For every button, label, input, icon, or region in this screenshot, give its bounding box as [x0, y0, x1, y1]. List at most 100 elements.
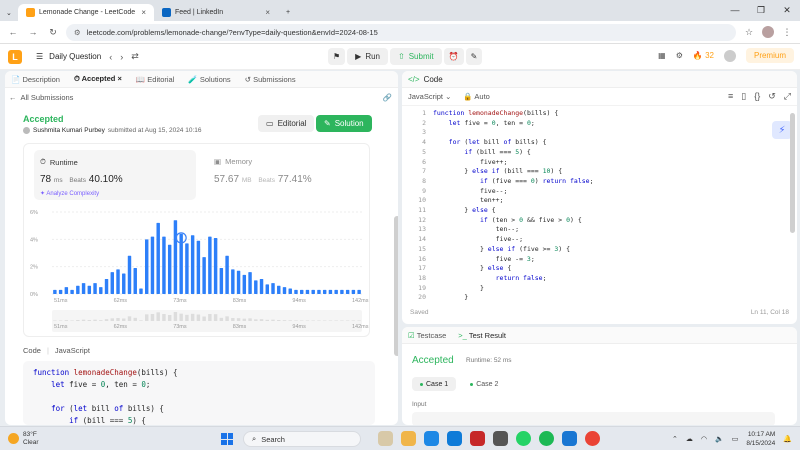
case-2-tab[interactable]: Case 2 — [462, 377, 506, 391]
bar[interactable] — [248, 272, 252, 294]
prev-problem-icon[interactable]: ‹ — [109, 52, 112, 62]
bar[interactable] — [127, 255, 132, 294]
bar[interactable] — [93, 283, 97, 294]
bar[interactable] — [104, 278, 109, 294]
bar[interactable] — [87, 285, 92, 294]
debug-button[interactable]: ⚑ — [328, 48, 346, 65]
bar[interactable] — [305, 289, 310, 294]
bar[interactable] — [81, 283, 86, 294]
submit-button[interactable]: ⇧ Submit — [390, 48, 442, 65]
whatsapp-icon[interactable] — [516, 431, 531, 446]
bar[interactable] — [185, 243, 189, 294]
editorial-button[interactable]: ▭ Editorial — [258, 115, 315, 132]
bar[interactable] — [236, 270, 241, 294]
bar[interactable] — [328, 289, 333, 294]
layout-icon[interactable]: ▦ — [658, 51, 666, 60]
bar[interactable] — [254, 280, 258, 294]
premium-button[interactable]: Premium — [745, 48, 794, 63]
file-explorer-icon[interactable] — [424, 431, 439, 446]
settings-icon[interactable]: ⚙ — [676, 51, 683, 60]
bar[interactable] — [202, 257, 206, 294]
bar[interactable] — [64, 287, 69, 294]
bar[interactable] — [294, 289, 298, 294]
bar[interactable] — [351, 289, 356, 294]
chrome-icon[interactable] — [585, 431, 600, 446]
windows-start-icon[interactable] — [221, 433, 233, 445]
runtime-distribution-chart[interactable]: 0% 2% 4% 6% 51ms 62ms 73ms 83ms 94ms 142ms 51ms 62m… — [24, 204, 369, 336]
minimize-icon[interactable]: — — [722, 0, 748, 21]
bar[interactable] — [322, 289, 327, 294]
streak[interactable]: 🔥 32 — [693, 51, 714, 60]
close-window-icon[interactable]: ✕ — [774, 0, 800, 21]
bar[interactable] — [271, 283, 275, 294]
fullscreen-icon[interactable]: ⤢ — [784, 91, 791, 102]
bar[interactable] — [282, 287, 287, 294]
braces-icon[interactable]: {} — [754, 91, 760, 102]
author-name[interactable]: Sushmita Kumari Purbey — [33, 127, 105, 134]
language-select[interactable]: JavaScript ⌄ — [408, 92, 451, 101]
leetcode-logo-icon[interactable]: L — [8, 49, 22, 64]
battery-icon[interactable]: ▭ — [732, 435, 739, 443]
tab-description[interactable]: 📄 Description — [11, 75, 60, 84]
auto-toggle[interactable]: 🔒 Auto — [463, 92, 489, 101]
widget-app-icon[interactable] — [378, 431, 393, 446]
edge-icon[interactable] — [447, 431, 462, 446]
bar[interactable] — [139, 288, 143, 294]
bar[interactable] — [340, 289, 344, 294]
cloud-icon[interactable]: ☁ — [686, 435, 693, 443]
bar[interactable] — [145, 239, 149, 294]
bar[interactable] — [167, 244, 172, 294]
link-icon[interactable]: 🔗 — [383, 93, 392, 102]
taskbar-search[interactable]: ⌕ Search — [243, 431, 361, 447]
bar[interactable] — [53, 289, 57, 294]
bar[interactable] — [242, 274, 247, 294]
bar[interactable] — [259, 278, 264, 294]
avatar[interactable] — [723, 49, 736, 62]
volume-icon[interactable]: 🔈 — [715, 435, 724, 443]
weather-widget[interactable]: 83°F Clear — [8, 431, 39, 447]
bar[interactable] — [99, 287, 103, 294]
tab-accepted[interactable]: ⏱ Accepted × — [74, 74, 122, 84]
bookmark-icon[interactable]: ▯ — [741, 91, 746, 102]
bar[interactable] — [345, 289, 350, 294]
bar[interactable] — [225, 255, 229, 294]
tab-menu-icon[interactable]: ⌄ — [0, 4, 12, 21]
site-info-icon[interactable]: ⚙ — [74, 28, 81, 37]
reset-icon[interactable]: ↺ — [768, 91, 776, 102]
tab-test-result[interactable]: >_ Test Result — [458, 331, 506, 340]
forward-icon[interactable]: → — [26, 27, 40, 37]
back-icon[interactable]: ← — [6, 27, 20, 37]
editor-scrollbar[interactable] — [790, 113, 795, 233]
run-button[interactable]: ▶ Run — [347, 48, 389, 65]
new-tab-button[interactable]: + — [278, 4, 298, 21]
memory-box[interactable]: ▣ Memory 57.67 MB Beats 77.41% — [208, 150, 358, 200]
code-tab[interactable]: </> Code — [402, 71, 797, 88]
tab-testcase[interactable]: ☑ Testcase — [408, 331, 446, 340]
code-editor[interactable]: function lemonadeChange(bills) { let fiv… — [433, 109, 594, 303]
bar[interactable] — [173, 220, 178, 294]
solution-button[interactable]: ✎ Solution — [316, 115, 372, 132]
left-scrollbar[interactable] — [394, 216, 398, 356]
bar[interactable] — [208, 236, 212, 294]
format-icon[interactable]: ≡ — [728, 91, 733, 102]
analyze-complexity-link[interactable]: ✦ Analyze Complexity — [40, 190, 99, 197]
bar[interactable] — [110, 272, 114, 294]
tab-linkedin[interactable]: Feed | LinkedIn × — [154, 4, 278, 21]
case-1-tab[interactable]: Case 1 — [412, 377, 457, 391]
bar[interactable] — [219, 268, 224, 294]
bar[interactable] — [277, 285, 281, 294]
bar[interactable] — [357, 289, 361, 294]
settings-app-icon[interactable] — [493, 431, 508, 446]
all-submissions-link[interactable]: ← All Submissions 🔗 — [5, 88, 398, 106]
bar[interactable] — [265, 284, 269, 294]
bar[interactable] — [122, 273, 126, 295]
mail-icon[interactable] — [562, 431, 577, 446]
bar[interactable] — [162, 236, 166, 294]
close-tab-icon[interactable]: × — [141, 8, 146, 17]
next-problem-icon[interactable]: › — [120, 52, 123, 62]
copilot-icon[interactable] — [401, 431, 416, 446]
reload-icon[interactable]: ↻ — [46, 27, 60, 38]
ai-assistant-icon[interactable]: ⚡ — [772, 121, 792, 139]
url-input[interactable]: ⚙ leetcode.com/problems/lemonade-change/… — [66, 23, 736, 41]
wifi-icon[interactable]: ◠ — [701, 435, 707, 443]
